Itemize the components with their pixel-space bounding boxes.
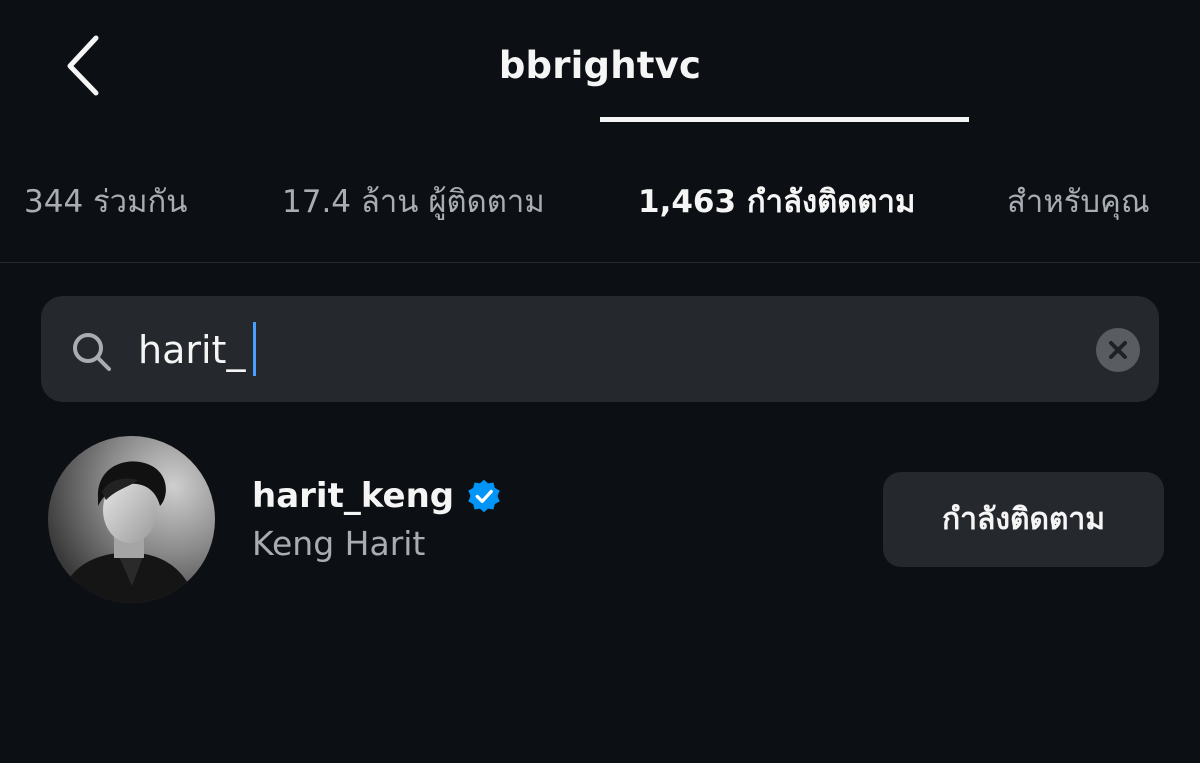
tab-followers[interactable]: 17.4 ล้าน ผู้ติดตาม <box>282 176 545 226</box>
close-icon <box>1109 341 1127 359</box>
following-button[interactable]: กำลังติดตาม <box>883 472 1164 567</box>
tab-for-you[interactable]: สำหรับคุณ <box>1007 176 1150 226</box>
divider <box>0 262 1200 263</box>
username[interactable]: harit_keng <box>252 476 454 516</box>
following-list-screen: bbrightvc 344 ร่วมกัน 17.4 ล้าน ผู้ติดตา… <box>0 0 1200 763</box>
active-tab-indicator <box>600 117 969 122</box>
page-title: bbrightvc <box>498 44 702 87</box>
verified-badge-icon <box>468 479 500 513</box>
clear-search-button[interactable] <box>1096 328 1140 372</box>
tab-following[interactable]: 1,463 กำลังติดตาม <box>638 176 915 226</box>
search-input[interactable]: harit_ <box>138 326 245 374</box>
text-caret <box>253 322 256 376</box>
avatar[interactable] <box>48 436 215 603</box>
full-name: Keng Harit <box>252 524 426 563</box>
username-line[interactable]: harit_keng <box>252 474 502 518</box>
tab-mutual[interactable]: 344 ร่วมกัน <box>24 176 187 226</box>
tab-bar: 344 ร่วมกัน 17.4 ล้าน ผู้ติดตาม 1,463 กำ… <box>0 140 1200 262</box>
search-icon <box>70 330 114 374</box>
